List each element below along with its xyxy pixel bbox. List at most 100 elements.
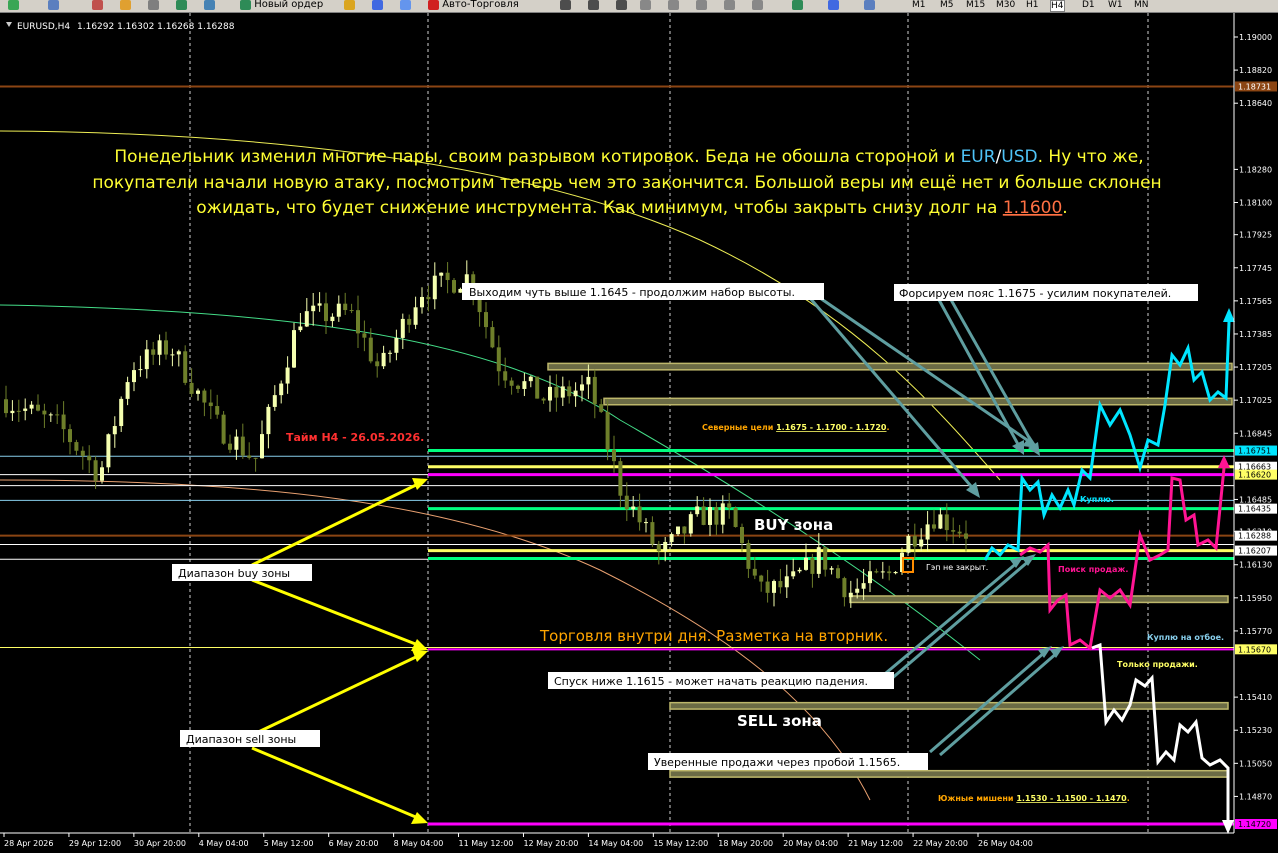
time-tick-label: 29 Apr 12:00	[69, 839, 121, 848]
zoom-in-button[interactable]	[640, 0, 651, 12]
tf-mn[interactable]: MN	[1134, 0, 1149, 10]
chart-shift-button[interactable]	[752, 0, 763, 12]
candle-body	[631, 506, 636, 510]
new-order-button[interactable]: Новый ордер	[240, 0, 323, 12]
line-chart-button[interactable]	[616, 0, 627, 12]
candle-body	[157, 340, 162, 355]
bar-chart-button[interactable]	[560, 0, 571, 12]
price-label-text: 1.16620	[1238, 471, 1271, 480]
zone-rectangle	[849, 595, 1229, 604]
candle-chart-icon	[588, 0, 599, 10]
tf-h4[interactable]: H4	[1050, 0, 1065, 12]
candle-body	[23, 408, 28, 411]
profiles-button[interactable]	[48, 0, 59, 12]
north-targets: Северные цели 1.1675 - 1.1700 - 1.1720.	[702, 423, 890, 432]
candle-body	[912, 535, 917, 547]
candle-body	[228, 443, 232, 450]
periods-button[interactable]	[828, 0, 839, 12]
candle-body	[490, 327, 495, 348]
headline-line-3-prefix: ожидать, что будет снижение инструмента.…	[196, 198, 1003, 218]
auto-trading-button[interactable]: Авто-Торговля	[428, 0, 519, 12]
candle-body	[624, 495, 629, 510]
tf-m15[interactable]: M15	[966, 0, 985, 10]
price-tick-label: 1.15770	[1239, 627, 1272, 636]
indicators-button[interactable]	[792, 0, 803, 12]
candle-body	[810, 557, 815, 574]
terminal-icon	[176, 0, 187, 10]
candle-body	[554, 386, 559, 398]
price-label: 1.16288	[1235, 530, 1277, 541]
candle-body	[605, 411, 610, 450]
candle	[688, 511, 693, 537]
tf-m5[interactable]: M5	[940, 0, 954, 10]
terminal-button[interactable]	[176, 0, 187, 12]
time-tick-label: 14 May 04:00	[588, 839, 643, 848]
candle-body	[573, 390, 578, 397]
candle-body	[509, 380, 514, 386]
headline-level-link[interactable]: 1.1600	[1003, 198, 1062, 218]
price-tick-label: 1.16845	[1239, 429, 1272, 438]
tf-w1[interactable]: W1	[1108, 0, 1123, 10]
candle-body	[580, 384, 584, 391]
navigator-button[interactable]	[148, 0, 159, 12]
candle-body	[708, 507, 712, 525]
candle-body	[432, 275, 437, 300]
south-targets: Южные мишени 1.1530 - 1.1500 - 1.1470.	[938, 794, 1130, 803]
candle-body	[535, 376, 540, 399]
tester-button[interactable]	[204, 0, 215, 12]
candle	[106, 433, 111, 473]
price-label: 1.16751	[1235, 445, 1277, 456]
templates-button[interactable]	[864, 0, 875, 12]
market-watch-icon	[92, 0, 103, 10]
zoom-in-icon	[640, 0, 651, 10]
candle-body	[74, 442, 79, 451]
candle-body	[48, 414, 53, 416]
price-label: 1.16207	[1235, 545, 1277, 556]
candle-chart-button[interactable]	[588, 0, 599, 12]
candle-body	[368, 337, 373, 362]
tf-h1[interactable]: H1	[1026, 0, 1039, 10]
candle-body	[759, 575, 764, 582]
candle-body	[55, 414, 60, 416]
market-button[interactable]	[400, 0, 411, 12]
candle-body	[701, 506, 706, 525]
candle-body	[944, 514, 949, 531]
zoom-out-button[interactable]	[668, 0, 679, 12]
signals-button[interactable]	[372, 0, 383, 12]
candle-body	[68, 429, 72, 443]
time-tick-label: 4 May 04:00	[199, 839, 249, 848]
candle-body	[132, 370, 136, 383]
candle-body	[868, 571, 872, 584]
candle-body	[413, 307, 418, 325]
price-label-text: 1.16435	[1238, 505, 1271, 514]
candle-body	[407, 318, 412, 325]
descent-note: Спуск ниже 1.1615 - может начать реакцию…	[554, 675, 868, 688]
tf-m30[interactable]: M30	[996, 0, 1015, 10]
price-tick-label: 1.17025	[1239, 396, 1272, 405]
price-label: 1.18731	[1235, 81, 1277, 92]
auto-scroll-icon	[724, 0, 735, 10]
confident-sell-note: Уверенные продажи через пробой 1.1565.	[654, 756, 900, 769]
candle-body	[740, 526, 744, 544]
tf-m1[interactable]: M1	[912, 0, 926, 10]
tile-windows-button[interactable]	[696, 0, 707, 12]
market-watch-button[interactable]	[92, 0, 103, 12]
candle-body	[560, 386, 565, 398]
auto-scroll-button[interactable]	[724, 0, 735, 12]
tf-d1[interactable]: D1	[1082, 0, 1095, 10]
candle-body	[420, 296, 424, 308]
price-chart[interactable]: EURUSD,H4 1.16292 1.16302 1.16268 1.1628…	[0, 13, 1278, 853]
metaeditor-button[interactable]	[344, 0, 355, 12]
candle-body	[919, 539, 924, 547]
price-label: 1.15670	[1235, 644, 1277, 655]
candle-body	[10, 410, 15, 414]
price-tick-label: 1.17565	[1239, 297, 1272, 306]
candle-body	[106, 434, 111, 468]
new-chart-button[interactable]	[8, 0, 19, 12]
south-targets-prefix: Южные мишени	[938, 794, 1016, 803]
time-tick-label: 12 May 20:00	[523, 839, 578, 848]
south-targets-levels: 1.1530 - 1.1500 - 1.1470	[1016, 794, 1127, 803]
candle-body	[880, 571, 885, 573]
data-window-button[interactable]	[120, 0, 131, 12]
candle-body	[778, 581, 783, 588]
